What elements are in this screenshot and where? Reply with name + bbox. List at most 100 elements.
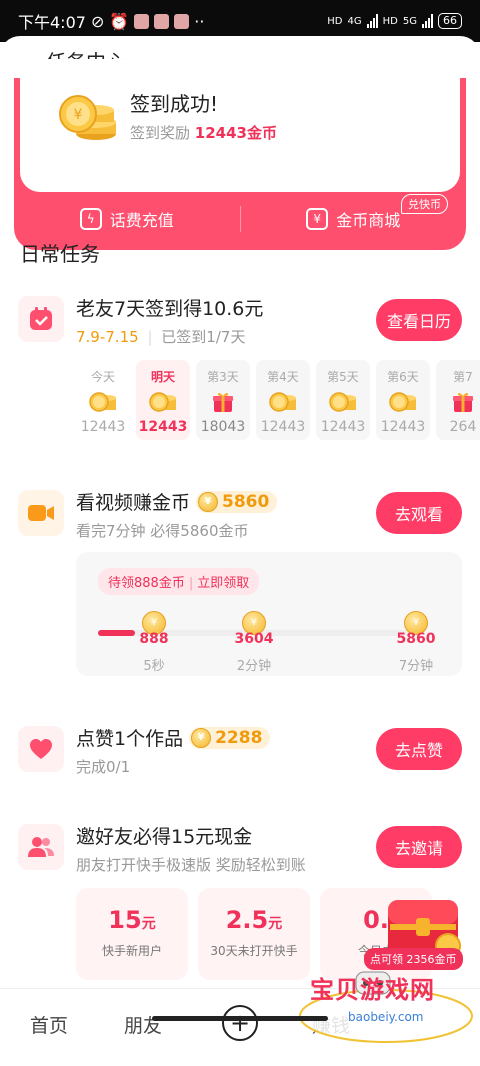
video-coin-badge: ¥5860: [196, 490, 278, 513]
checkin-day[interactable]: 第7 264: [436, 360, 480, 440]
checkin-day-label: 第7: [453, 370, 473, 384]
sign-in-reward-prefix: 签到奖励: [130, 124, 191, 142]
tab-home[interactable]: 首页: [30, 1011, 68, 1038]
watch-video-button[interactable]: 去观看: [376, 492, 462, 534]
milestone-time: 7分钟: [398, 658, 434, 674]
app-notification-icon: [134, 13, 150, 29]
checkin-day[interactable]: 明天 12443: [136, 360, 190, 440]
sign-in-banner: ¥ 签到成功! 签到奖励 12443金币 ϟ 话费充值 ¥ 金币商城 兑快币: [14, 78, 466, 250]
reward-card[interactable]: 15元 快手新用户: [76, 888, 188, 980]
sign-in-title: 签到成功!: [130, 92, 219, 116]
network-label: 4G: [347, 15, 362, 27]
coin-stack-icon: [76, 389, 130, 415]
invite-button[interactable]: 去邀请: [376, 826, 462, 868]
like-coin-value: 2288: [215, 727, 263, 748]
reward-unit: 元: [141, 916, 156, 932]
checkin-day[interactable]: 今天 12443: [76, 360, 130, 440]
video-task-subtitle: 看完7分钟 必得5860金币: [76, 522, 249, 540]
checkin-day-label: 第3天: [207, 370, 239, 384]
heart-icon: [18, 726, 64, 772]
checkin-day-label: 明天: [150, 370, 175, 384]
yen-ticket-icon: ¥: [306, 208, 329, 230]
pending-coins-label: 待领888金币: [108, 576, 185, 591]
coin-stack-icon: ¥: [59, 95, 116, 140]
like-task-progress: 完成0/1: [76, 758, 131, 776]
hd-badge: HD: [382, 15, 398, 27]
checkin-day-label: 第4天: [267, 370, 299, 384]
checkin-day[interactable]: 第5天 12443: [316, 360, 370, 440]
milestone-value: 888: [139, 630, 169, 647]
hd-badge: HD: [327, 15, 343, 27]
coin-mall-label: 金币商城: [336, 211, 401, 230]
sign-in-card: ¥ 签到成功! 签到奖励 12443金币: [20, 78, 460, 192]
claim-now-label: 立即领取: [197, 576, 250, 591]
video-camera-icon: [18, 490, 64, 536]
checkin-day-label: 今天: [90, 370, 115, 384]
quick-actions: ϟ 话费充值 ¥ 金币商城: [14, 200, 466, 238]
go-like-button[interactable]: 去点赞: [376, 728, 462, 770]
like-coin-badge: ¥2288: [189, 726, 271, 749]
daily-tasks-title: 日常任务: [20, 242, 100, 266]
video-progress-panel: 待领888金币 | 立即领取 ¥ 888 5秒 ¥ 3604 2分钟 ¥ 5860 …: [76, 552, 462, 676]
checkin-day-value: 12443: [80, 419, 126, 435]
checkin-day-value: 12443: [320, 419, 366, 435]
app-notification-icon: [154, 13, 170, 29]
checkin-task-title: 老友7天签到得10.6元: [76, 298, 264, 320]
checkin-day-label: 第6天: [387, 370, 419, 384]
invite-task-subtitle: 朋友打开快手极速版 奖励轻松到账: [76, 856, 306, 874]
checkin-day-value: 12443: [260, 419, 306, 435]
mute-icon: ⊘: [90, 11, 105, 31]
reward-value: 2.5: [225, 906, 269, 934]
create-plus-icon[interactable]: +: [222, 1005, 258, 1041]
app-notification-icon: [174, 13, 190, 29]
coin-stack-icon: [256, 389, 310, 415]
milestone: ¥ 5860 7分钟: [386, 610, 446, 674]
checkin-day[interactable]: 第6天 12443: [376, 360, 430, 440]
checkin-day-value: 18043: [200, 419, 246, 435]
friends-icon: [18, 824, 64, 870]
like-task-title-row: 点赞1个作品 ¥2288: [76, 724, 271, 751]
watermark-text: 宝贝游戏网: [310, 976, 435, 1004]
reward-card[interactable]: 2.5元 30天未打开快手: [198, 888, 310, 980]
checkin-day[interactable]: 第4天 12443: [256, 360, 310, 440]
alarm-icon: ⏰: [109, 11, 130, 31]
milestone-time: 2分钟: [236, 658, 272, 674]
calendar-icon: [18, 296, 64, 342]
exchange-badge: 兑快币: [401, 194, 448, 214]
page-title: 任务中心: [46, 50, 126, 74]
reward-value: 15: [108, 906, 142, 934]
coin-stack-icon: [376, 389, 430, 415]
coin-icon: ¥: [198, 491, 219, 512]
video-task-title-row: 看视频赚金币 ¥5860: [76, 488, 278, 515]
gift-box-icon: [436, 389, 480, 415]
checkin-day-value: 12443: [380, 419, 426, 435]
like-task-title: 点赞1个作品: [76, 728, 184, 750]
coin-stack-icon: [136, 389, 190, 415]
video-coin-value: 5860: [222, 491, 270, 512]
home-indicator: [152, 1016, 328, 1021]
svg-text:¥: ¥: [74, 107, 83, 123]
phone-recharge-label: 话费充值: [109, 211, 174, 230]
checkin-days-strip[interactable]: 今天 12443 明天 12443 第3天 18043 第4天 12443 第5天 12443 第6…: [76, 360, 480, 478]
claim-coins-tag[interactable]: 待领888金币 | 立即领取: [98, 568, 260, 595]
task-center-sheet: 任务中心 ¥ 签到成功! 签到奖励 12443金币 ϟ 话费充值 ¥ 金币商城 …: [0, 36, 480, 1066]
milestone: ¥ 3604 2分钟: [224, 610, 284, 674]
video-task-title: 看视频赚金币: [76, 492, 191, 514]
coin-stack-icon: [316, 389, 370, 415]
view-calendar-button[interactable]: 查看日历: [376, 299, 462, 341]
reward-unit: 元: [268, 916, 283, 932]
checkin-day-value: 264: [449, 419, 477, 435]
milestone-time: 5秒: [143, 658, 165, 674]
coin-icon: ¥: [191, 727, 212, 748]
watermark-logo: 宝贝游戏网 baobeiy.com: [296, 966, 476, 1044]
signal-icon: [366, 14, 378, 28]
milestone-value: 3604: [234, 630, 274, 647]
lightning-icon: ϟ: [79, 208, 102, 230]
phone-recharge-button[interactable]: ϟ 话费充值: [14, 207, 240, 231]
checkin-progress: 已签到1/7天: [161, 328, 246, 346]
milestone-value: 5860: [396, 630, 436, 647]
checkin-day-label: 第5天: [327, 370, 359, 384]
checkin-day[interactable]: 第3天 18043: [196, 360, 250, 440]
sign-in-reward-value: 12443金币: [194, 124, 277, 142]
invite-task-title: 邀好友必得15元现金: [76, 826, 253, 848]
